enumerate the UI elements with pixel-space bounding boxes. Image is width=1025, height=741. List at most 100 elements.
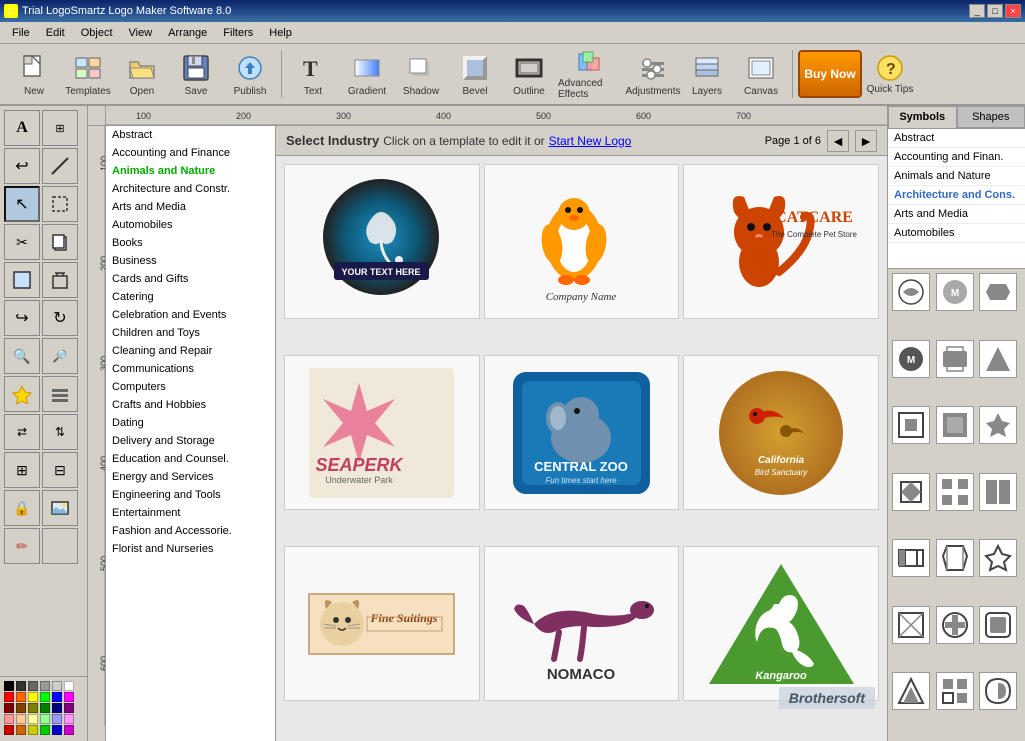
template-8[interactable]: NOMACO: [484, 546, 680, 701]
category-education[interactable]: Education and Counsel.: [106, 450, 275, 468]
properties-tool[interactable]: [42, 376, 78, 412]
new-button[interactable]: New: [8, 47, 60, 101]
lock-tool[interactable]: 🔒: [4, 490, 40, 526]
minimize-button[interactable]: _: [969, 4, 985, 18]
select-all-tool[interactable]: ⊞: [42, 110, 78, 146]
pointer-tool[interactable]: ↖: [4, 186, 40, 222]
close-button[interactable]: ×: [1005, 4, 1021, 18]
template-7[interactable]: Fine Suitings: [284, 546, 480, 701]
shape-2[interactable]: M: [936, 273, 974, 311]
color-swatch[interactable]: [4, 681, 14, 691]
category-communications[interactable]: Communications: [106, 360, 275, 378]
color-swatch[interactable]: [4, 725, 14, 735]
move-tool[interactable]: [42, 186, 78, 222]
next-page-button[interactable]: ►: [855, 130, 877, 152]
symbol-cat-automobiles[interactable]: Automobiles: [888, 224, 1025, 243]
shape-9[interactable]: [979, 406, 1017, 444]
group-tool[interactable]: ⊞: [4, 452, 40, 488]
buy-now-button[interactable]: Buy Now: [798, 50, 862, 98]
color-swatch[interactable]: [64, 725, 74, 735]
shape-tool[interactable]: [4, 262, 40, 298]
template-1[interactable]: YOUR TEXT HERE: [284, 164, 480, 319]
symbol-cat-animals[interactable]: Animals and Nature: [888, 167, 1025, 186]
color-swatch[interactable]: [4, 692, 14, 702]
shape-19[interactable]: [892, 672, 930, 710]
template-9[interactable]: Kangaroo: [683, 546, 879, 701]
shape-17[interactable]: [936, 606, 974, 644]
color-swatch[interactable]: [28, 725, 38, 735]
color-swatch[interactable]: [64, 714, 74, 724]
ungroup-tool[interactable]: ⊟: [42, 452, 78, 488]
color-swatch[interactable]: [64, 692, 74, 702]
shape-13[interactable]: [892, 539, 930, 577]
category-abstract[interactable]: Abstract: [106, 126, 275, 144]
color-swatch[interactable]: [52, 725, 62, 735]
prev-page-button[interactable]: ◄: [827, 130, 849, 152]
category-accounting[interactable]: Accounting and Finance: [106, 144, 275, 162]
menu-filters[interactable]: Filters: [215, 25, 261, 41]
line-tool[interactable]: [42, 148, 78, 184]
shape-8[interactable]: [936, 406, 974, 444]
color-swatch[interactable]: [28, 703, 38, 713]
shape-7[interactable]: [892, 406, 930, 444]
shape-3[interactable]: [979, 273, 1017, 311]
start-new-logo-link[interactable]: Start New Logo: [549, 134, 632, 148]
effects-tool[interactable]: [4, 376, 40, 412]
template-6[interactable]: California Bird Sanctuary: [683, 355, 879, 510]
gradient-button[interactable]: Gradient: [341, 47, 393, 101]
template-3[interactable]: CATCARE The Complete Pet Store: [683, 164, 879, 319]
open-button[interactable]: Open: [116, 47, 168, 101]
adjustments-button[interactable]: Adjustments: [627, 47, 679, 101]
quick-tips-button[interactable]: ? Quick Tips: [864, 47, 916, 101]
template-5[interactable]: CENTRAL ZOO Fun times start here: [484, 355, 680, 510]
menu-object[interactable]: Object: [73, 25, 121, 41]
scissors-tool[interactable]: ✂: [4, 224, 40, 260]
category-crafts[interactable]: Crafts and Hobbies: [106, 396, 275, 414]
color-swatch[interactable]: [40, 692, 50, 702]
bevel-button[interactable]: Bevel: [449, 47, 501, 101]
symbols-tab[interactable]: Symbols: [888, 106, 957, 128]
template-4[interactable]: SEAPERK Underwater Park: [284, 355, 480, 510]
shape-18[interactable]: [979, 606, 1017, 644]
shape-6[interactable]: [979, 340, 1017, 378]
redo-tool[interactable]: ↪: [4, 300, 40, 336]
symbol-cat-architecture[interactable]: Architecture and Cons.: [888, 186, 1025, 205]
symbol-cat-abstract[interactable]: Abstract: [888, 129, 1025, 148]
shape-10[interactable]: [892, 473, 930, 511]
color-swatch[interactable]: [40, 703, 50, 713]
menu-edit[interactable]: Edit: [38, 25, 73, 41]
menu-help[interactable]: Help: [261, 25, 300, 41]
rotate-tool[interactable]: ↻: [42, 300, 78, 336]
paint-tool[interactable]: ✏: [4, 528, 40, 564]
category-computers[interactable]: Computers: [106, 378, 275, 396]
symbol-cat-accounting[interactable]: Accounting and Finan.: [888, 148, 1025, 167]
color-swatch[interactable]: [4, 703, 14, 713]
category-cards[interactable]: Cards and Gifts: [106, 270, 275, 288]
flip-v-tool[interactable]: ⇅: [42, 414, 78, 450]
outline-button[interactable]: Outline: [503, 47, 555, 101]
menu-file[interactable]: File: [4, 25, 38, 41]
category-celebration[interactable]: Celebration and Events: [106, 306, 275, 324]
color-swatch[interactable]: [28, 714, 38, 724]
color-swatch[interactable]: [52, 681, 62, 691]
color-swatch[interactable]: [64, 681, 74, 691]
text-tool[interactable]: A: [4, 110, 40, 146]
undo-tool[interactable]: ↩: [4, 148, 40, 184]
zoom-out-tool[interactable]: 🔎: [42, 338, 78, 374]
advanced-effects-button[interactable]: Advanced Effects: [557, 47, 625, 101]
flip-h-tool[interactable]: ⇄: [4, 414, 40, 450]
category-entertainment[interactable]: Entertainment: [106, 504, 275, 522]
menu-view[interactable]: View: [121, 25, 161, 41]
shape-15[interactable]: [979, 539, 1017, 577]
menu-arrange[interactable]: Arrange: [160, 25, 215, 41]
color-swatch[interactable]: [52, 714, 62, 724]
save-button[interactable]: Save: [170, 47, 222, 101]
color-swatch[interactable]: [52, 692, 62, 702]
shape-20[interactable]: [936, 672, 974, 710]
category-animals[interactable]: Animals and Nature: [106, 162, 275, 180]
category-engineering[interactable]: Engineering and Tools: [106, 486, 275, 504]
symbol-cat-arts[interactable]: Arts and Media: [888, 205, 1025, 224]
text-button[interactable]: T Text: [287, 47, 339, 101]
delete-tool[interactable]: [42, 262, 78, 298]
color-swatch[interactable]: [64, 703, 74, 713]
